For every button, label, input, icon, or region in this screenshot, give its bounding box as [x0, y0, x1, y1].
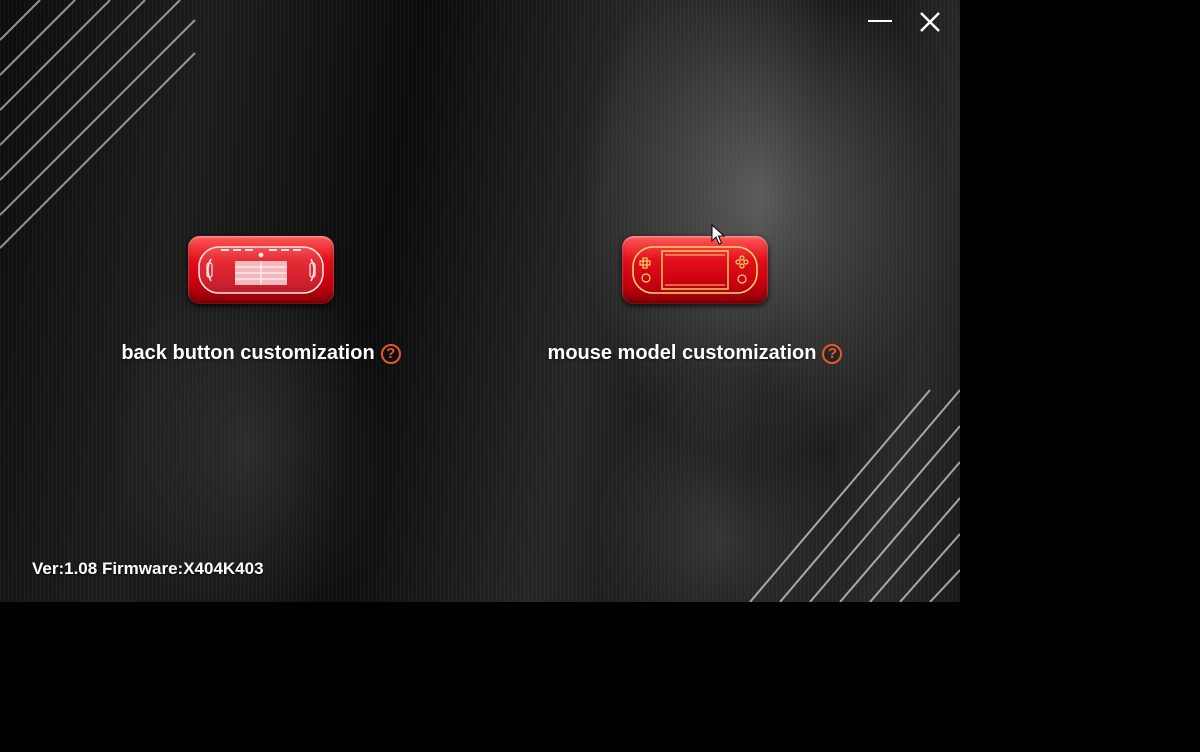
back-button-customization-label: back button customization: [121, 342, 375, 364]
decorative-stripes-top-left: [0, 0, 196, 249]
handheld-back-panel-icon: [198, 246, 324, 294]
help-icon[interactable]: ?: [380, 343, 401, 364]
app-window: back button customization ? mouse model …: [0, 0, 960, 602]
decorative-stripes-bottom-right: [749, 389, 960, 602]
minimize-button[interactable]: [862, 8, 898, 36]
mouse-model-customization-label: mouse model customization: [547, 342, 817, 364]
back-button-customization-button[interactable]: [188, 236, 334, 304]
mouse-model-customization-button[interactable]: [622, 236, 768, 304]
back-button-customization-label-row: back button customization ?: [121, 342, 401, 365]
handheld-console-icon: [632, 246, 758, 294]
minimize-icon: [868, 10, 892, 34]
version-firmware-text: Ver:1.08 Firmware:X404K403: [32, 559, 264, 578]
close-icon: [920, 12, 940, 32]
mouse-model-customization-label-row: mouse model customization ?: [548, 342, 843, 365]
window-controls: [862, 8, 948, 36]
back-button-customization-option: back button customization ?: [91, 236, 431, 365]
help-icon[interactable]: ?: [822, 343, 843, 364]
mouse-model-customization-option: mouse model customization ?: [525, 236, 865, 365]
close-button[interactable]: [912, 8, 948, 36]
